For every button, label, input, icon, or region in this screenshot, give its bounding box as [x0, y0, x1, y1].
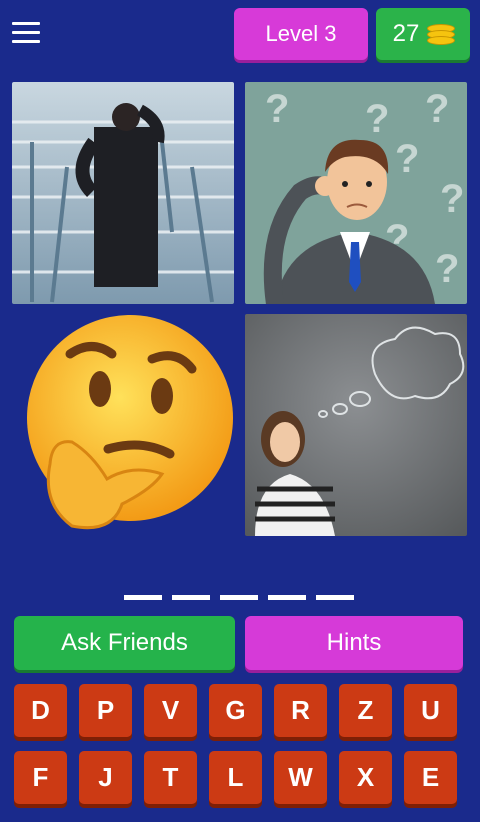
letter-key[interactable]: L	[209, 751, 262, 804]
svg-text:?: ?	[265, 87, 289, 131]
svg-text:?: ?	[440, 177, 464, 221]
letter-key[interactable]: V	[144, 684, 197, 737]
letter-key[interactable]: F	[14, 751, 67, 804]
top-bar: Level 3 27	[0, 0, 480, 66]
svg-text:?: ?	[425, 87, 449, 131]
letter-key[interactable]: J	[79, 751, 132, 804]
coins-badge[interactable]: 27	[376, 8, 470, 60]
level-badge: Level 3	[234, 8, 368, 60]
letter-key[interactable]: T	[144, 751, 197, 804]
coin-stack-icon	[427, 24, 456, 45]
letter-key[interactable]: U	[404, 684, 457, 737]
thinking-face-emoji-icon	[12, 314, 234, 536]
answer-slots	[124, 595, 354, 600]
clue-image-1	[12, 82, 234, 304]
letter-key[interactable]: D	[14, 684, 67, 737]
clue-image-3	[12, 314, 234, 536]
hints-label: Hints	[326, 629, 382, 656]
letter-key[interactable]: X	[339, 751, 392, 804]
ask-friends-label: Ask Friends	[61, 629, 188, 656]
svg-text:?: ?	[395, 137, 419, 181]
answer-slot[interactable]	[268, 595, 306, 600]
letter-key[interactable]: P	[79, 684, 132, 737]
level-label: Level 3	[265, 21, 337, 46]
clue-image-2: ?? ?? ?? ?	[245, 82, 467, 304]
clue-image-4	[245, 314, 467, 536]
answer-slot[interactable]	[124, 595, 162, 600]
letter-key[interactable]: G	[209, 684, 262, 737]
svg-text:?: ?	[435, 247, 459, 291]
answer-slot[interactable]	[220, 595, 258, 600]
svg-text:?: ?	[365, 97, 389, 141]
answer-slot[interactable]	[316, 595, 354, 600]
letter-key[interactable]: R	[274, 684, 327, 737]
confused-man-icon: ?? ?? ?? ?	[245, 82, 467, 304]
menu-icon[interactable]	[12, 22, 40, 44]
man-in-maze-icon	[12, 82, 234, 304]
hints-button[interactable]: Hints	[245, 616, 463, 670]
woman-thinking-cloud-icon	[245, 314, 467, 536]
coin-count: 27	[392, 20, 420, 47]
answer-slot[interactable]	[172, 595, 210, 600]
letter-key[interactable]: E	[404, 751, 457, 804]
ask-friends-button[interactable]: Ask Friends	[14, 616, 235, 670]
letter-key[interactable]: Z	[339, 684, 392, 737]
letter-key[interactable]: W	[274, 751, 327, 804]
